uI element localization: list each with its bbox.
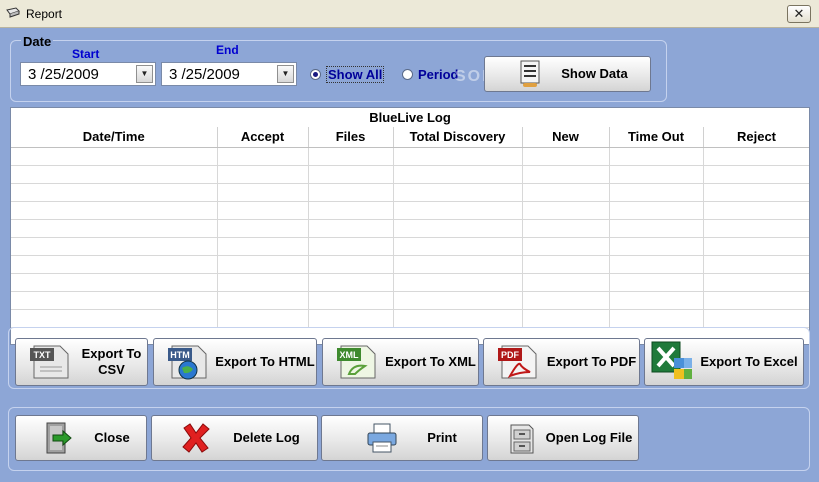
print-label: Print [427, 430, 457, 445]
end-date-value[interactable]: 3 /25/2009 [169, 66, 240, 83]
show-data-button[interactable]: Show Data [484, 56, 651, 92]
export-excel-button[interactable]: Export To Excel [644, 338, 804, 386]
open-log-file-label: Open Log File [545, 430, 633, 445]
list-icon [519, 60, 541, 88]
date-group-legend: Date [21, 34, 54, 49]
table-row[interactable] [11, 147, 809, 166]
report-app-icon [6, 7, 20, 18]
start-label: Start [72, 47, 100, 61]
show-all-radio[interactable]: Show All [310, 65, 385, 83]
excel-icon [649, 340, 695, 384]
end-date-dropdown-icon[interactable]: ▼ [277, 65, 294, 83]
column-header-files[interactable]: Files [308, 127, 394, 148]
report-client-area: Date Start End 3 /25/2009 ▼ 3 /25/2009 ▼… [0, 28, 819, 482]
table-body[interactable] [11, 147, 809, 328]
column-header-total-discovery[interactable]: Total Discovery [393, 127, 523, 148]
close-label: Close [94, 430, 130, 445]
txt-file-icon: TXT [24, 340, 76, 384]
table-row[interactable] [11, 219, 809, 238]
table-row[interactable] [11, 201, 809, 220]
start-date-dropdown-icon[interactable]: ▼ [136, 65, 153, 83]
show-all-radio-dot[interactable] [310, 68, 321, 80]
printer-icon [362, 418, 402, 458]
export-csv-label: Export To CSV [81, 346, 142, 377]
pdf-badge-text: PDF [501, 350, 520, 360]
file-cabinet-icon [500, 418, 540, 458]
print-button[interactable]: Print [321, 415, 483, 461]
show-all-label[interactable]: Show All [326, 65, 385, 83]
start-date-picker[interactable]: 3 /25/2009 ▼ [20, 62, 156, 86]
column-header-new[interactable]: New [522, 127, 610, 148]
close-button[interactable]: Close [15, 415, 147, 461]
table-row[interactable] [11, 255, 809, 274]
title-bar: Report ✕ [0, 0, 819, 28]
column-header-accept[interactable]: Accept [217, 127, 309, 148]
export-excel-label: Export To Excel [700, 354, 798, 369]
table-row[interactable] [11, 309, 809, 328]
export-html-button[interactable]: HTM Export To HTML [153, 338, 317, 386]
delete-log-button[interactable]: Delete Log [151, 415, 318, 461]
delete-log-label: Delete Log [233, 430, 300, 445]
column-header-reject[interactable]: Reject [703, 127, 809, 148]
end-date-picker[interactable]: 3 /25/2009 ▼ [161, 62, 297, 86]
table-header-row: Date/Time Accept Files Total Discovery N… [11, 127, 809, 148]
export-xml-label: Export To XML [385, 354, 476, 369]
table-row[interactable] [11, 291, 809, 310]
period-radio-dot[interactable] [402, 68, 413, 80]
xml-file-icon: XML [331, 340, 383, 384]
log-table[interactable]: Date/Time Accept Files Total Discovery N… [11, 127, 809, 328]
htm-badge-text: HTM [170, 350, 190, 360]
table-row[interactable] [11, 273, 809, 292]
xml-badge-text: XML [340, 350, 360, 360]
column-header-date-time[interactable]: Date/Time [11, 127, 218, 148]
htm-globe-icon: HTM [162, 340, 214, 384]
end-label: End [216, 43, 239, 57]
export-pdf-button[interactable]: PDF Export To PDF [483, 338, 640, 386]
delete-x-icon [176, 418, 216, 458]
window-close-button[interactable]: ✕ [787, 5, 811, 23]
txt-badge-text: TXT [34, 350, 52, 360]
column-header-time-out[interactable]: Time Out [609, 127, 704, 148]
table-row[interactable] [11, 183, 809, 202]
exit-door-icon [38, 418, 78, 458]
pdf-file-icon: PDF [492, 340, 544, 384]
bluelive-log-grid[interactable]: BlueLive Log Date/Time Accept Files Tota… [10, 107, 810, 345]
open-log-file-button[interactable]: Open Log File [487, 415, 639, 461]
table-row[interactable] [11, 165, 809, 184]
grid-caption: BlueLive Log [369, 110, 451, 125]
start-date-value[interactable]: 3 /25/2009 [28, 66, 99, 83]
export-csv-button[interactable]: TXT Export To CSV [15, 338, 148, 386]
export-html-label: Export To HTML [215, 354, 315, 369]
export-pdf-label: Export To PDF [546, 354, 637, 369]
window-title: Report [26, 7, 63, 21]
table-row[interactable] [11, 237, 809, 256]
period-label[interactable]: Period [418, 67, 458, 82]
period-radio[interactable]: Period [402, 66, 458, 82]
export-xml-button[interactable]: XML Export To XML [322, 338, 479, 386]
